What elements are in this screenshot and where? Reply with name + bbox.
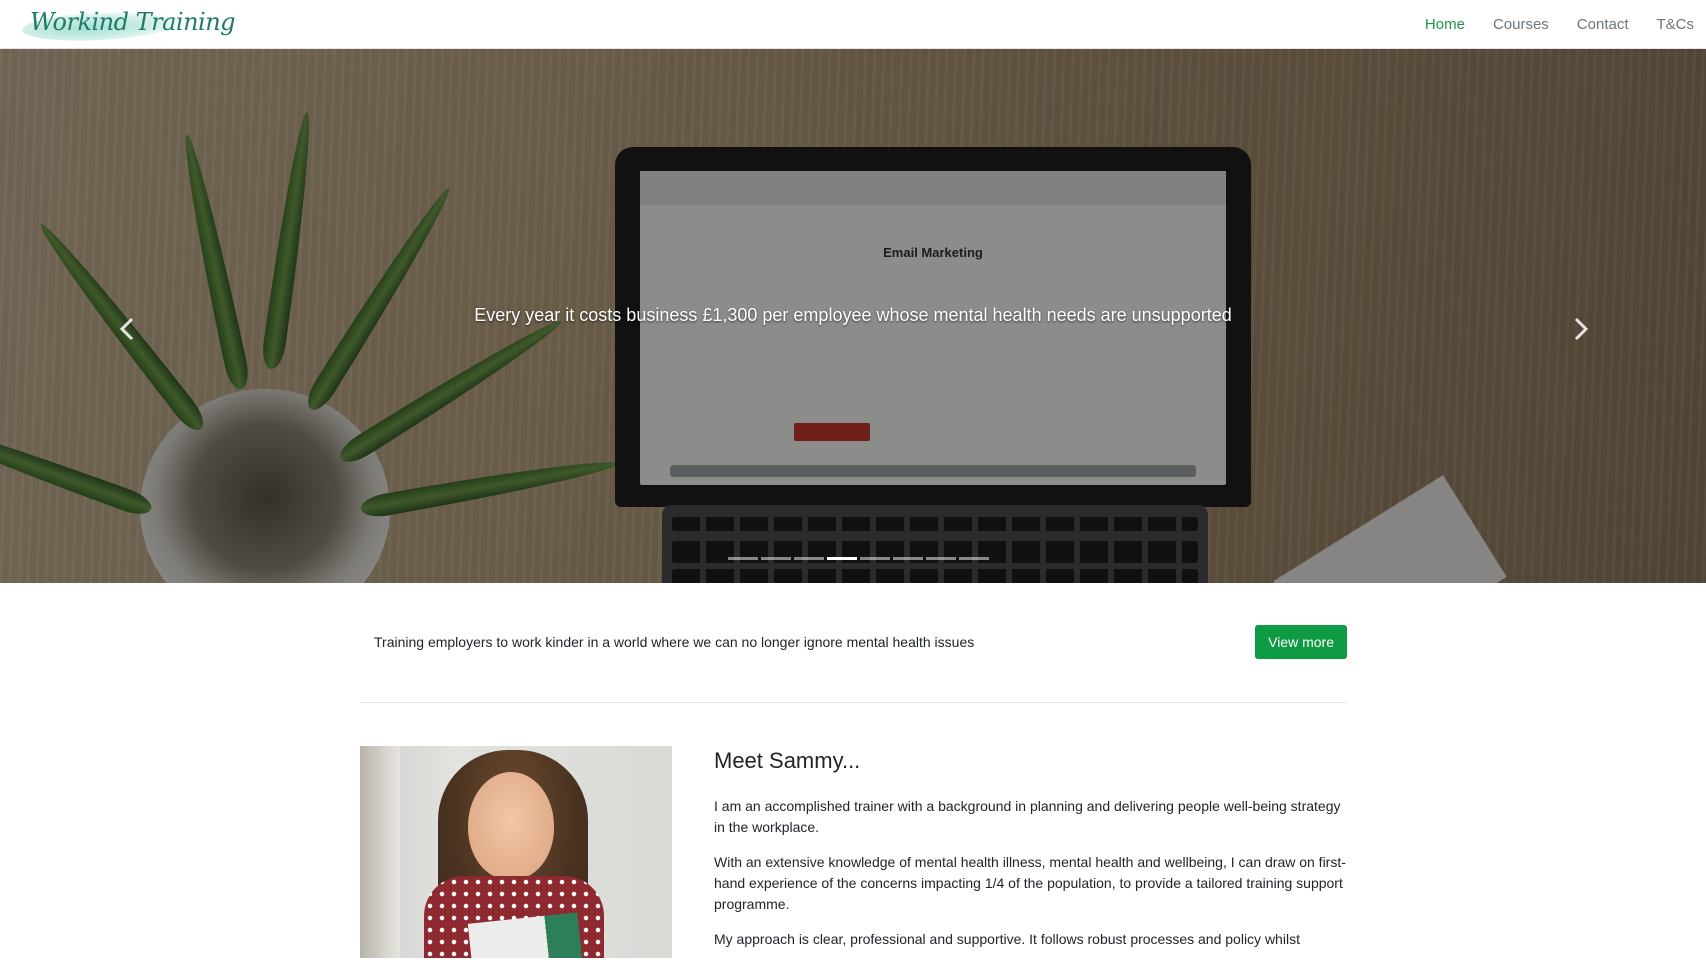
carousel-indicator[interactable]	[827, 557, 857, 560]
carousel-indicator[interactable]	[794, 557, 824, 560]
about-section: Meet Sammy... I am an accomplished train…	[714, 748, 1347, 964]
carousel-indicator[interactable]	[893, 557, 923, 560]
carousel-prev-button[interactable]	[108, 309, 148, 349]
carousel-indicator[interactable]	[959, 557, 989, 560]
tagline-text: Training employers to work kinder in a w…	[374, 634, 975, 650]
about-paragraph: My approach is clear, professional and s…	[714, 931, 1300, 947]
nav-item-home[interactable]: Home	[1425, 16, 1465, 33]
section-divider	[360, 702, 1347, 703]
chevron-left-icon	[108, 309, 148, 349]
brand-logo[interactable]: Workind Training	[18, 2, 236, 46]
chevron-right-icon	[1560, 309, 1600, 349]
hero-carousel: Email Marketing Every year it costs busi…	[0, 49, 1706, 583]
tagline-row: Training employers to work kinder in a w…	[360, 625, 1347, 659]
logo-text: Workind Training	[30, 8, 236, 36]
carousel-next-button[interactable]	[1560, 309, 1600, 349]
nav-item-courses[interactable]: Courses	[1493, 16, 1549, 33]
nav-links: Home Courses Contact T&Cs	[1397, 0, 1694, 49]
carousel-indicator[interactable]	[860, 557, 890, 560]
photo-face	[468, 772, 554, 880]
carousel-caption: Every year it costs business £1,300 per …	[474, 305, 1232, 325]
about-paragraph: With an extensive knowledge of mental he…	[714, 854, 1346, 912]
about-heading: Meet Sammy...	[714, 748, 861, 773]
photo-background-door	[360, 746, 400, 958]
carousel-indicator[interactable]	[926, 557, 956, 560]
view-more-button[interactable]: View more	[1255, 625, 1347, 659]
carousel-indicator[interactable]	[728, 557, 758, 560]
nav-item-tcs[interactable]: T&Cs	[1657, 16, 1695, 33]
sammy-photo	[360, 746, 672, 958]
nav-item-contact[interactable]: Contact	[1577, 16, 1629, 33]
about-paragraph: I am an accomplished trainer with a back…	[714, 798, 1341, 835]
carousel-indicator[interactable]	[761, 557, 791, 560]
navbar: Workind Training Home Courses Contact T&…	[0, 0, 1706, 49]
carousel-indicators	[728, 557, 989, 560]
